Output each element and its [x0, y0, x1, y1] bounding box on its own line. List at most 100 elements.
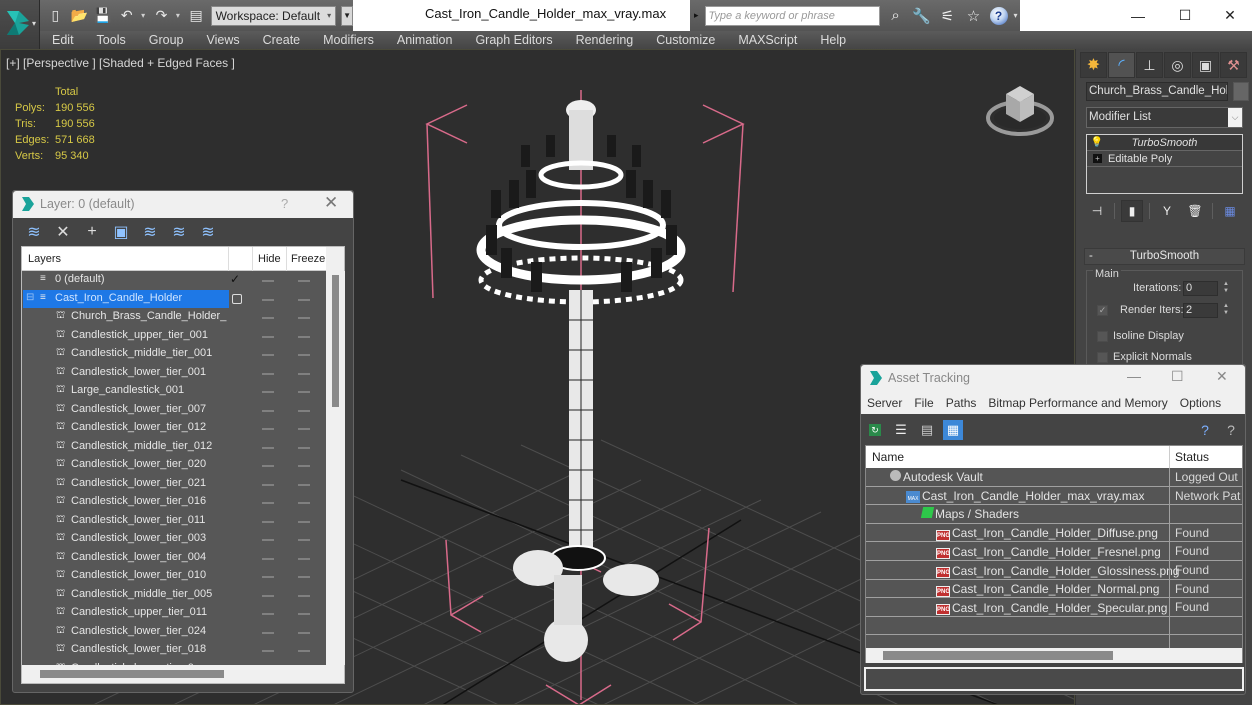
search-input[interactable]: Type a keyword or phrase [704, 5, 880, 26]
menu-views[interactable]: Views [194, 31, 250, 49]
menu-modifiers[interactable]: Modifiers [311, 31, 385, 49]
hide-toggle[interactable] [262, 298, 274, 301]
create-tab[interactable]: ✸ [1080, 52, 1107, 78]
turbosmooth-rollout-header[interactable]: - TurboSmooth [1084, 248, 1245, 265]
asset-path-field[interactable] [864, 667, 1244, 691]
hide-toggle[interactable] [262, 650, 274, 652]
hide-toggle[interactable] [262, 372, 274, 375]
object-row[interactable]: ⛫ Candlestick_lower_tier_003 [22, 530, 326, 549]
help-icon[interactable]: ? [1195, 420, 1215, 440]
freeze-toggle[interactable] [298, 409, 310, 412]
menu-file[interactable]: File [908, 396, 939, 410]
select-objects-icon[interactable]: ▣ [112, 223, 130, 241]
object-row[interactable]: ⛫ Candlestick_lower_tier_004 [22, 549, 326, 568]
add-to-layer-icon[interactable]: + [83, 223, 101, 241]
explicit-normals-checkbox[interactable] [1097, 352, 1108, 363]
maximize-button[interactable]: ☐ [1162, 0, 1208, 31]
object-row[interactable]: ⛫ Church_Brass_Candle_Holder_ [22, 308, 326, 327]
make-unique-icon[interactable]: Y [1156, 200, 1178, 222]
object-row[interactable]: ⛫ Candlestick_lower_tier_024 [22, 623, 326, 642]
freeze-toggle[interactable] [298, 613, 310, 615]
motion-tab[interactable]: ◎ [1164, 52, 1191, 78]
freeze-toggle[interactable] [298, 428, 310, 430]
render-iters-spinner-arrows[interactable]: ▲ ▼ [1221, 303, 1231, 318]
hide-toggle[interactable] [262, 317, 274, 319]
modifier-list-dropdown[interactable]: Modifier List ⌵ [1086, 107, 1243, 128]
hide-toggle[interactable] [262, 465, 274, 467]
object-row[interactable]: ⛫ Candlestick_lower_tier_007 [22, 401, 326, 420]
menu-server[interactable]: Server [861, 396, 908, 410]
isoline-display-checkbox[interactable] [1097, 331, 1108, 342]
freeze-toggle[interactable] [298, 631, 310, 634]
new-layer-icon[interactable]: ≋ [25, 223, 43, 241]
object-row[interactable]: ⛫ Candlestick_lower_tier_018 [22, 641, 326, 660]
object-row[interactable]: ⛫ Large_candlestick_001 [22, 382, 326, 401]
refresh-icon[interactable]: ↻ [865, 420, 885, 440]
menu-group[interactable]: Group [137, 31, 195, 49]
show-end-result-icon[interactable]: ▮ [1121, 200, 1143, 222]
scrollbar-thumb[interactable] [332, 275, 339, 407]
undo-dropdown-icon[interactable]: ▾ [141, 11, 147, 20]
freeze-toggle[interactable] [298, 594, 310, 597]
object-row[interactable]: ⛫ Candlestick_upper_tier_011 [22, 604, 326, 623]
object-color-swatch[interactable] [1233, 82, 1249, 101]
object-row[interactable]: ⛫ Candlestick_lower_tier_001 [22, 364, 326, 383]
save-icon[interactable]: 💾 [94, 6, 113, 25]
project-folder-icon[interactable]: ▤ [187, 6, 206, 25]
minimize-button[interactable]: — [1115, 0, 1161, 31]
utilities-tab[interactable]: ⚒ [1220, 52, 1247, 78]
hide-toggle[interactable] [262, 502, 274, 504]
workspace-dropdown[interactable]: Workspace: Default ▾ [210, 5, 337, 26]
column-layers[interactable]: Layers [28, 253, 61, 265]
configure-sets-icon[interactable]: ▦ [1219, 200, 1241, 222]
vertical-scrollbar[interactable] [327, 271, 345, 665]
object-row[interactable]: ⛫ Candlestick_lower_tier_010 [22, 567, 326, 586]
redo-dropdown-icon[interactable]: ▾ [176, 11, 182, 20]
horizontal-scrollbar[interactable] [22, 665, 344, 683]
layer-row[interactable]: ⊟ ≡ Cast_Iron_Candle_Holder [22, 289, 326, 308]
hierarchy-tab[interactable]: ⊥ [1136, 52, 1163, 78]
menu-graph-editors[interactable]: Graph Editors [463, 31, 563, 49]
hide-all-layers-icon[interactable]: ≋ [199, 223, 217, 241]
object-row[interactable]: ⛫ Candlestick_middle_tier_001 [22, 345, 326, 364]
hide-toggle[interactable] [262, 280, 274, 282]
select-layer-icon[interactable]: ≋ [141, 223, 159, 241]
help-button[interactable]: ? [281, 196, 288, 211]
column-status[interactable]: Status [1175, 450, 1209, 464]
close-button[interactable]: ✕ [324, 193, 338, 213]
object-row[interactable]: ⛫ Candlestick_lower_tier_020 [22, 456, 326, 475]
new-file-icon[interactable]: ▯ [46, 6, 65, 25]
expand-icon[interactable]: + [1093, 154, 1102, 163]
maximize-button[interactable]: ☐ [1171, 368, 1184, 385]
help-icon[interactable]: ? [989, 6, 1008, 25]
horizontal-scrollbar[interactable] [866, 648, 1242, 663]
list-view-icon[interactable]: ☰ [891, 420, 911, 440]
collapse-icon[interactable]: ⊟ [26, 292, 34, 303]
app-menu-button[interactable]: ▾ [0, 0, 40, 49]
viewport-label[interactable]: [+] [Perspective ] [Shaded + Edged Faces… [6, 56, 235, 70]
layer-dialog-titlebar[interactable]: Layer: 0 (default) ? ✕ [13, 191, 353, 218]
freeze-toggle[interactable] [298, 650, 310, 652]
undo-icon[interactable]: ↶ [117, 6, 136, 25]
render-iters-checkbox[interactable]: ✓ [1097, 305, 1108, 316]
expand-search-icon[interactable]: ▸ [694, 10, 699, 21]
hide-toggle[interactable] [262, 428, 274, 430]
customize-toolbar-button[interactable]: ▼ [341, 5, 354, 26]
hide-toggle[interactable] [262, 594, 274, 597]
hide-toggle[interactable] [262, 631, 274, 634]
remove-modifier-icon[interactable]: 🗑 [1184, 200, 1206, 222]
freeze-toggle[interactable] [298, 557, 310, 560]
current-layer-icon[interactable]: ✓ [230, 272, 240, 286]
hide-toggle[interactable] [262, 539, 274, 541]
menu-bitmap-performance[interactable]: Bitmap Performance and Memory [982, 396, 1173, 410]
freeze-toggle[interactable] [298, 372, 310, 375]
asset-row[interactable]: PNG Cast_Iron_Candle_Holder_Glossiness.pn… [866, 561, 1242, 580]
table-view-icon[interactable]: ▦ [943, 420, 963, 440]
object-row[interactable]: ⛫ Candlestick_upper_tier_001 [22, 327, 326, 346]
highlight-layer-icon[interactable]: ≋ [170, 223, 188, 241]
freeze-toggle[interactable] [298, 446, 310, 449]
freeze-toggle[interactable] [298, 483, 310, 486]
freeze-toggle[interactable] [298, 280, 310, 282]
column-hide[interactable]: Hide [258, 253, 281, 265]
context-help-icon[interactable]: ? [1221, 420, 1241, 440]
